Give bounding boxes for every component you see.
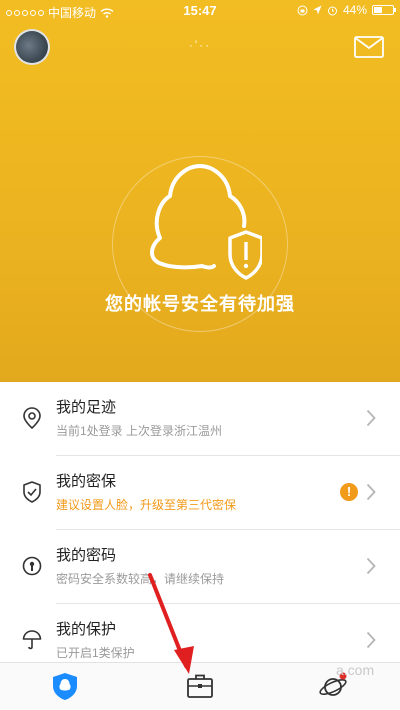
list-item-subtitle: 当前1处登录 上次登录浙江温州 [56,424,223,438]
warning-alert-icon: ! [340,483,358,501]
user-nickname: ·'·· [188,38,212,52]
battery-percent-label: 44% [342,3,367,17]
keyhole-icon [22,556,42,576]
chevron-right-icon [366,483,376,501]
alarm-clock-icon [327,6,337,15]
list-item-title: 我的足迹 [56,399,117,416]
list-item-title: 我的保护 [56,621,117,638]
list-item-subtitle: 密码安全系数较高，请继续保持 [56,572,225,586]
umbrella-icon [22,630,42,650]
list-item-security-question[interactable]: 我的密保 建议设置人脸，升级至第三代密保 ! [0,456,400,530]
list-item-title: 我的密保 [56,473,117,490]
chevron-right-icon [366,631,376,649]
list-item-subtitle: 已开启1类保护 [56,646,135,660]
list-item-password[interactable]: 我的密码 密码安全系数较高，请继续保持 [0,530,400,604]
status-bar: 中国移动 15:47 44% [0,0,400,22]
toolbox-icon [187,674,213,698]
user-avatar[interactable] [14,29,50,65]
qq-shield-icon [53,673,77,700]
list-item-footprint[interactable]: 我的足迹 当前1处登录 上次登录浙江温州 [0,382,400,456]
location-pin-icon [23,407,41,430]
list-item-title: 我的密码 [56,547,117,564]
orientation-lock-icon [297,5,308,15]
chevron-right-icon [366,557,376,575]
mail-icon[interactable] [354,36,384,58]
shield-check-icon [23,481,41,503]
security-hero-panel: 中国移动 15:47 44% ·'·· 您的帐号安全有待加强 [0,0,400,382]
watermark-text: a.com [336,662,375,678]
location-arrow-icon [313,5,322,15]
qq-penguin-shield-icon[interactable] [138,164,262,282]
status-right: 44% [297,3,396,17]
list-item-subtitle: 建议设置人脸，升级至第三代密保 [56,498,237,512]
battery-icon [372,5,396,15]
tab-toolbox[interactable] [185,671,215,701]
chevron-right-icon [366,409,376,427]
security-status-headline: 您的帐号安全有待加强 [105,294,295,314]
tab-security[interactable] [50,671,80,701]
